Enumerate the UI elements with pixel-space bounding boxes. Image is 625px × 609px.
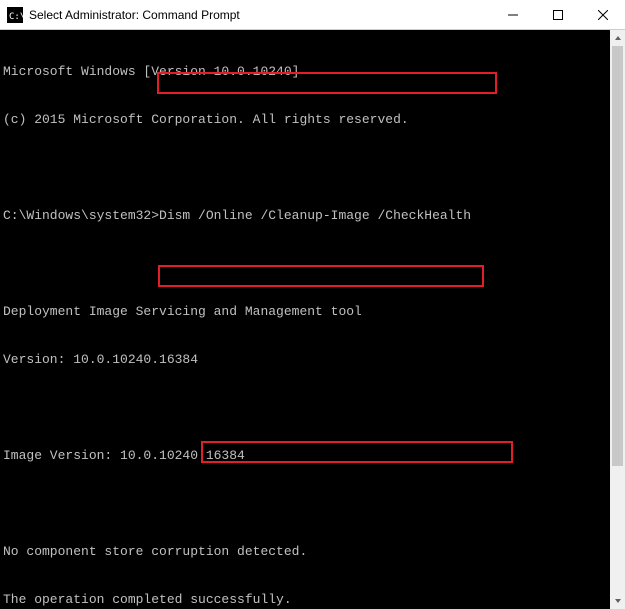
terminal-line: Deployment Image Servicing and Managemen… <box>3 304 610 320</box>
scroll-up-button[interactable] <box>610 30 625 46</box>
terminal-line <box>3 400 610 416</box>
terminal-line <box>3 160 610 176</box>
terminal-line: No component store corruption detected. <box>3 544 610 560</box>
terminal-output[interactable]: Microsoft Windows [Version 10.0.10240] (… <box>0 30 610 609</box>
terminal-line <box>3 496 610 512</box>
close-button[interactable] <box>580 0 625 29</box>
terminal-line: Microsoft Windows [Version 10.0.10240] <box>3 64 610 80</box>
terminal-line: C:\Windows\system32>Dism /Online /Cleanu… <box>3 208 610 224</box>
maximize-button[interactable] <box>535 0 580 29</box>
minimize-button[interactable] <box>490 0 535 29</box>
titlebar[interactable]: C:\ Select Administrator: Command Prompt <box>0 0 625 30</box>
terminal-line: The operation completed successfully. <box>3 592 610 608</box>
cmd-icon: C:\ <box>7 7 23 23</box>
window-title: Select Administrator: Command Prompt <box>29 8 490 22</box>
window-controls <box>490 0 625 29</box>
svg-text:C:\: C:\ <box>9 12 23 22</box>
terminal-line: Version: 10.0.10240.16384 <box>3 352 610 368</box>
scroll-thumb[interactable] <box>612 46 623 466</box>
terminal-container: Microsoft Windows [Version 10.0.10240] (… <box>0 30 625 609</box>
terminal-line: Image Version: 10.0.10240.16384 <box>3 448 610 464</box>
terminal-line: (c) 2015 Microsoft Corporation. All righ… <box>3 112 610 128</box>
terminal-line <box>3 256 610 272</box>
scroll-down-button[interactable] <box>610 593 625 609</box>
vertical-scrollbar[interactable] <box>610 30 625 609</box>
